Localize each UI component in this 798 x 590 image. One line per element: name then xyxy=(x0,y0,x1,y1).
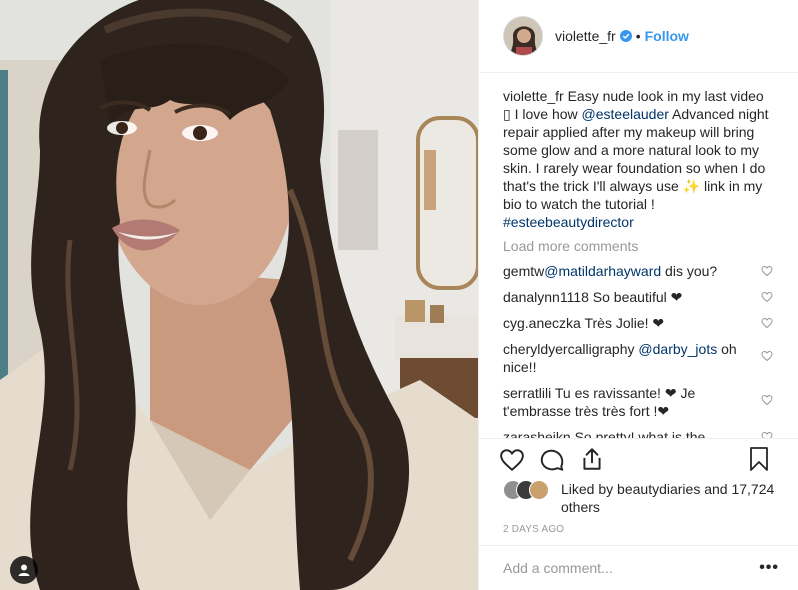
comment-item: cyg.aneczka Très Jolie! ❤ xyxy=(503,314,775,332)
load-more-comments-button[interactable]: Load more comments xyxy=(503,238,775,254)
caption-hashtag[interactable]: #esteebeautydirector xyxy=(503,214,634,230)
comment-mention[interactable]: @matildarhayward xyxy=(544,263,661,279)
post-actions-bar xyxy=(479,438,798,478)
comment-username[interactable]: zarasheikn xyxy=(503,429,571,438)
avatar xyxy=(529,480,549,500)
comment-mention[interactable]: @darby_jots xyxy=(638,341,717,357)
share-icon[interactable] xyxy=(579,446,605,472)
avatar-image xyxy=(504,17,542,55)
post-timestamp[interactable]: 2 DAYS AGO xyxy=(503,524,564,535)
comment-text: dis you? xyxy=(661,263,718,279)
comment-item: gemtw@matildarhayward dis you? xyxy=(503,262,775,280)
post-header: violette_fr • Follow xyxy=(479,0,798,73)
comment-like-heart-icon[interactable] xyxy=(761,350,773,362)
comment-text: Très Jolie! ❤ xyxy=(580,315,665,331)
comment-item: danalynn1118 So beautiful ❤ xyxy=(503,288,775,306)
caption-mention[interactable]: @esteelauder xyxy=(582,106,669,122)
more-options-button[interactable]: ••• xyxy=(759,559,779,577)
follow-button[interactable]: Follow xyxy=(645,28,689,44)
post-side-panel: violette_fr • Follow violette_fr Easy nu… xyxy=(478,0,798,590)
comment-like-heart-icon[interactable] xyxy=(761,265,773,277)
comment-text: So beautiful ❤ xyxy=(588,289,683,305)
comments-list[interactable]: violette_fr Easy nude look in my last vi… xyxy=(479,73,798,438)
comment-username[interactable]: serratlili xyxy=(503,385,551,401)
verified-badge-icon xyxy=(619,30,632,42)
header-separator: • xyxy=(635,28,641,44)
user-tag-button[interactable] xyxy=(10,556,38,584)
likes-prefix: Liked by xyxy=(561,481,618,497)
likes-summary: Liked by beautydiaries and 17,724 others xyxy=(503,478,783,518)
selfie-image xyxy=(0,0,478,590)
likes-user[interactable]: beautydiaries xyxy=(617,481,700,497)
avatar[interactable] xyxy=(503,16,543,56)
comment-username[interactable]: cheryldyercalligraphy xyxy=(503,341,635,357)
instagram-post: violette_fr • Follow violette_fr Easy nu… xyxy=(0,0,798,590)
comment-like-heart-icon[interactable] xyxy=(761,291,773,303)
comment-icon[interactable] xyxy=(539,447,565,473)
comment-like-heart-icon[interactable] xyxy=(761,394,773,406)
post-photo[interactable] xyxy=(0,0,478,590)
comment-like-heart-icon[interactable] xyxy=(761,317,773,329)
comment-username[interactable]: cyg.aneczka xyxy=(503,315,581,331)
bookmark-icon[interactable] xyxy=(747,446,771,472)
comment-username[interactable]: gemtw xyxy=(503,263,544,279)
comment-item: serratlili Tu es ravissante! ❤ Je t'embr… xyxy=(503,384,775,420)
user-tag-icon xyxy=(18,564,30,576)
likes-middle: and xyxy=(700,481,732,497)
likes-text: Liked by beautydiaries and 17,724 others xyxy=(561,480,781,516)
header-username[interactable]: violette_fr xyxy=(555,28,616,44)
heart-icon[interactable] xyxy=(499,447,525,473)
comment-input[interactable] xyxy=(503,560,760,576)
comment-username[interactable]: danalynn1118 xyxy=(503,289,589,305)
comment-text: So pretty! what is the xyxy=(570,429,706,438)
caption-username[interactable]: violette_fr xyxy=(503,88,564,104)
comment-item: zarasheikn So pretty! what is the xyxy=(503,428,775,438)
add-comment-bar: ••• xyxy=(479,545,798,590)
liker-avatars[interactable] xyxy=(503,480,559,502)
comment-item: cheryldyercalligraphy @darby_jots oh nic… xyxy=(503,340,775,376)
post-caption: violette_fr Easy nude look in my last vi… xyxy=(503,87,775,231)
comment-like-heart-icon[interactable] xyxy=(761,431,773,438)
